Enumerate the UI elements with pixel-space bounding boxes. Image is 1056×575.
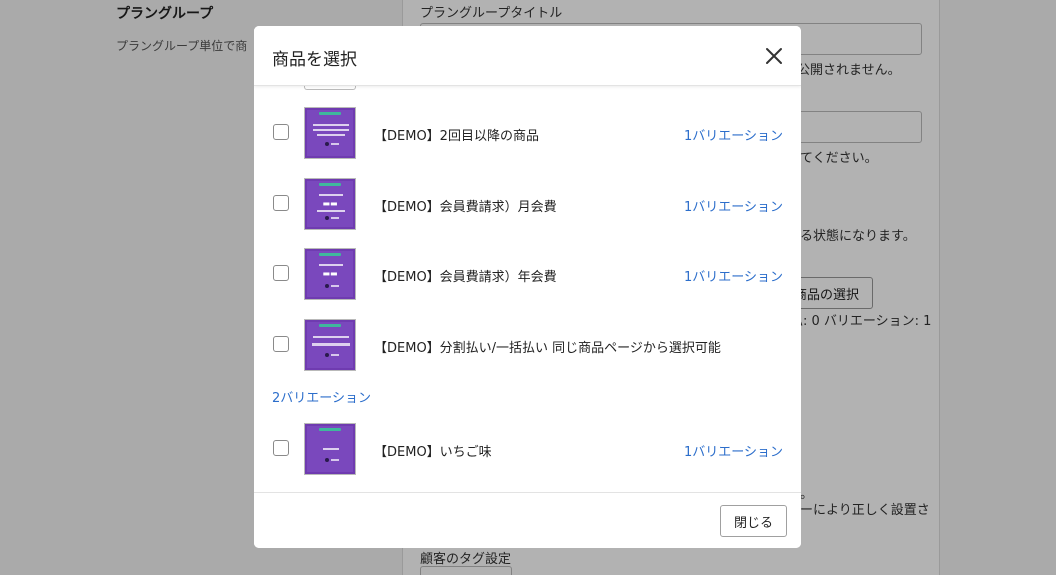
product-checkbox[interactable] <box>273 124 289 140</box>
product-name: 【DEMO】いちご味 <box>374 445 492 460</box>
variation-link[interactable]: 1バリエーション <box>684 441 783 460</box>
close-icon <box>766 48 782 64</box>
product-name: 【DEMO】分割払い/一括払い 同じ商品ページから選択可能 <box>374 341 721 356</box>
product-checkbox[interactable] <box>273 440 289 456</box>
product-checkbox[interactable] <box>273 265 289 281</box>
variation-callout: 2バリエーション <box>254 376 382 414</box>
product-list[interactable]: 【DEMO】2回目以降の商品 1バリエーション ▬▬ 【DEMO】会員費請求）月… <box>254 86 801 492</box>
product-thumbnail <box>304 107 356 159</box>
arrow-down-left-icon <box>390 362 428 394</box>
product-name: 【DEMO】会員費請求）月会費 <box>374 200 557 215</box>
product-thumbnail: ▬▬ <box>304 248 356 300</box>
product-checkbox[interactable] <box>273 336 289 352</box>
variation-link[interactable]: 1バリエーション <box>684 125 783 144</box>
variation-link[interactable]: 1バリエーション <box>684 266 783 285</box>
callout-variation-link[interactable]: 2バリエーション <box>272 387 371 406</box>
modal-title: 商品を選択 <box>272 50 357 70</box>
product-name: 【DEMO】2回目以降の商品 <box>374 129 539 144</box>
modal-close-button[interactable] <box>762 44 786 68</box>
product-row: 【DEMO】いちご味 1バリエーション <box>254 414 801 484</box>
product-row: ▬▬ 【DEMO】会員費請求）年会費 1バリエーション <box>254 239 801 309</box>
variation-link[interactable]: 1バリエーション <box>684 196 783 215</box>
product-checkbox[interactable] <box>273 195 289 211</box>
previous-item-thumbnail <box>304 86 356 90</box>
product-row: 【DEMO】分割払い/一括払い 同じ商品ページから選択可能 <box>254 310 801 380</box>
product-row: ▬▬ 【DEMO】会員費請求）月会費 1バリエーション <box>254 169 801 239</box>
product-row: 【DEMO】2回目以降の商品 1バリエーション <box>254 98 801 168</box>
product-select-modal: 商品を選択 【DEMO】2回目以降の商品 1バリエーション ▬▬ 【DEMO】会… <box>254 26 801 548</box>
product-thumbnail <box>304 319 356 371</box>
close-button[interactable]: 閉じる <box>720 505 787 537</box>
modal-header: 商品を選択 <box>254 26 801 86</box>
product-thumbnail: ▬▬ <box>304 178 356 230</box>
product-name: 【DEMO】会員費請求）年会費 <box>374 270 557 285</box>
product-thumbnail <box>304 423 356 475</box>
modal-footer: 閉じる <box>254 492 801 548</box>
